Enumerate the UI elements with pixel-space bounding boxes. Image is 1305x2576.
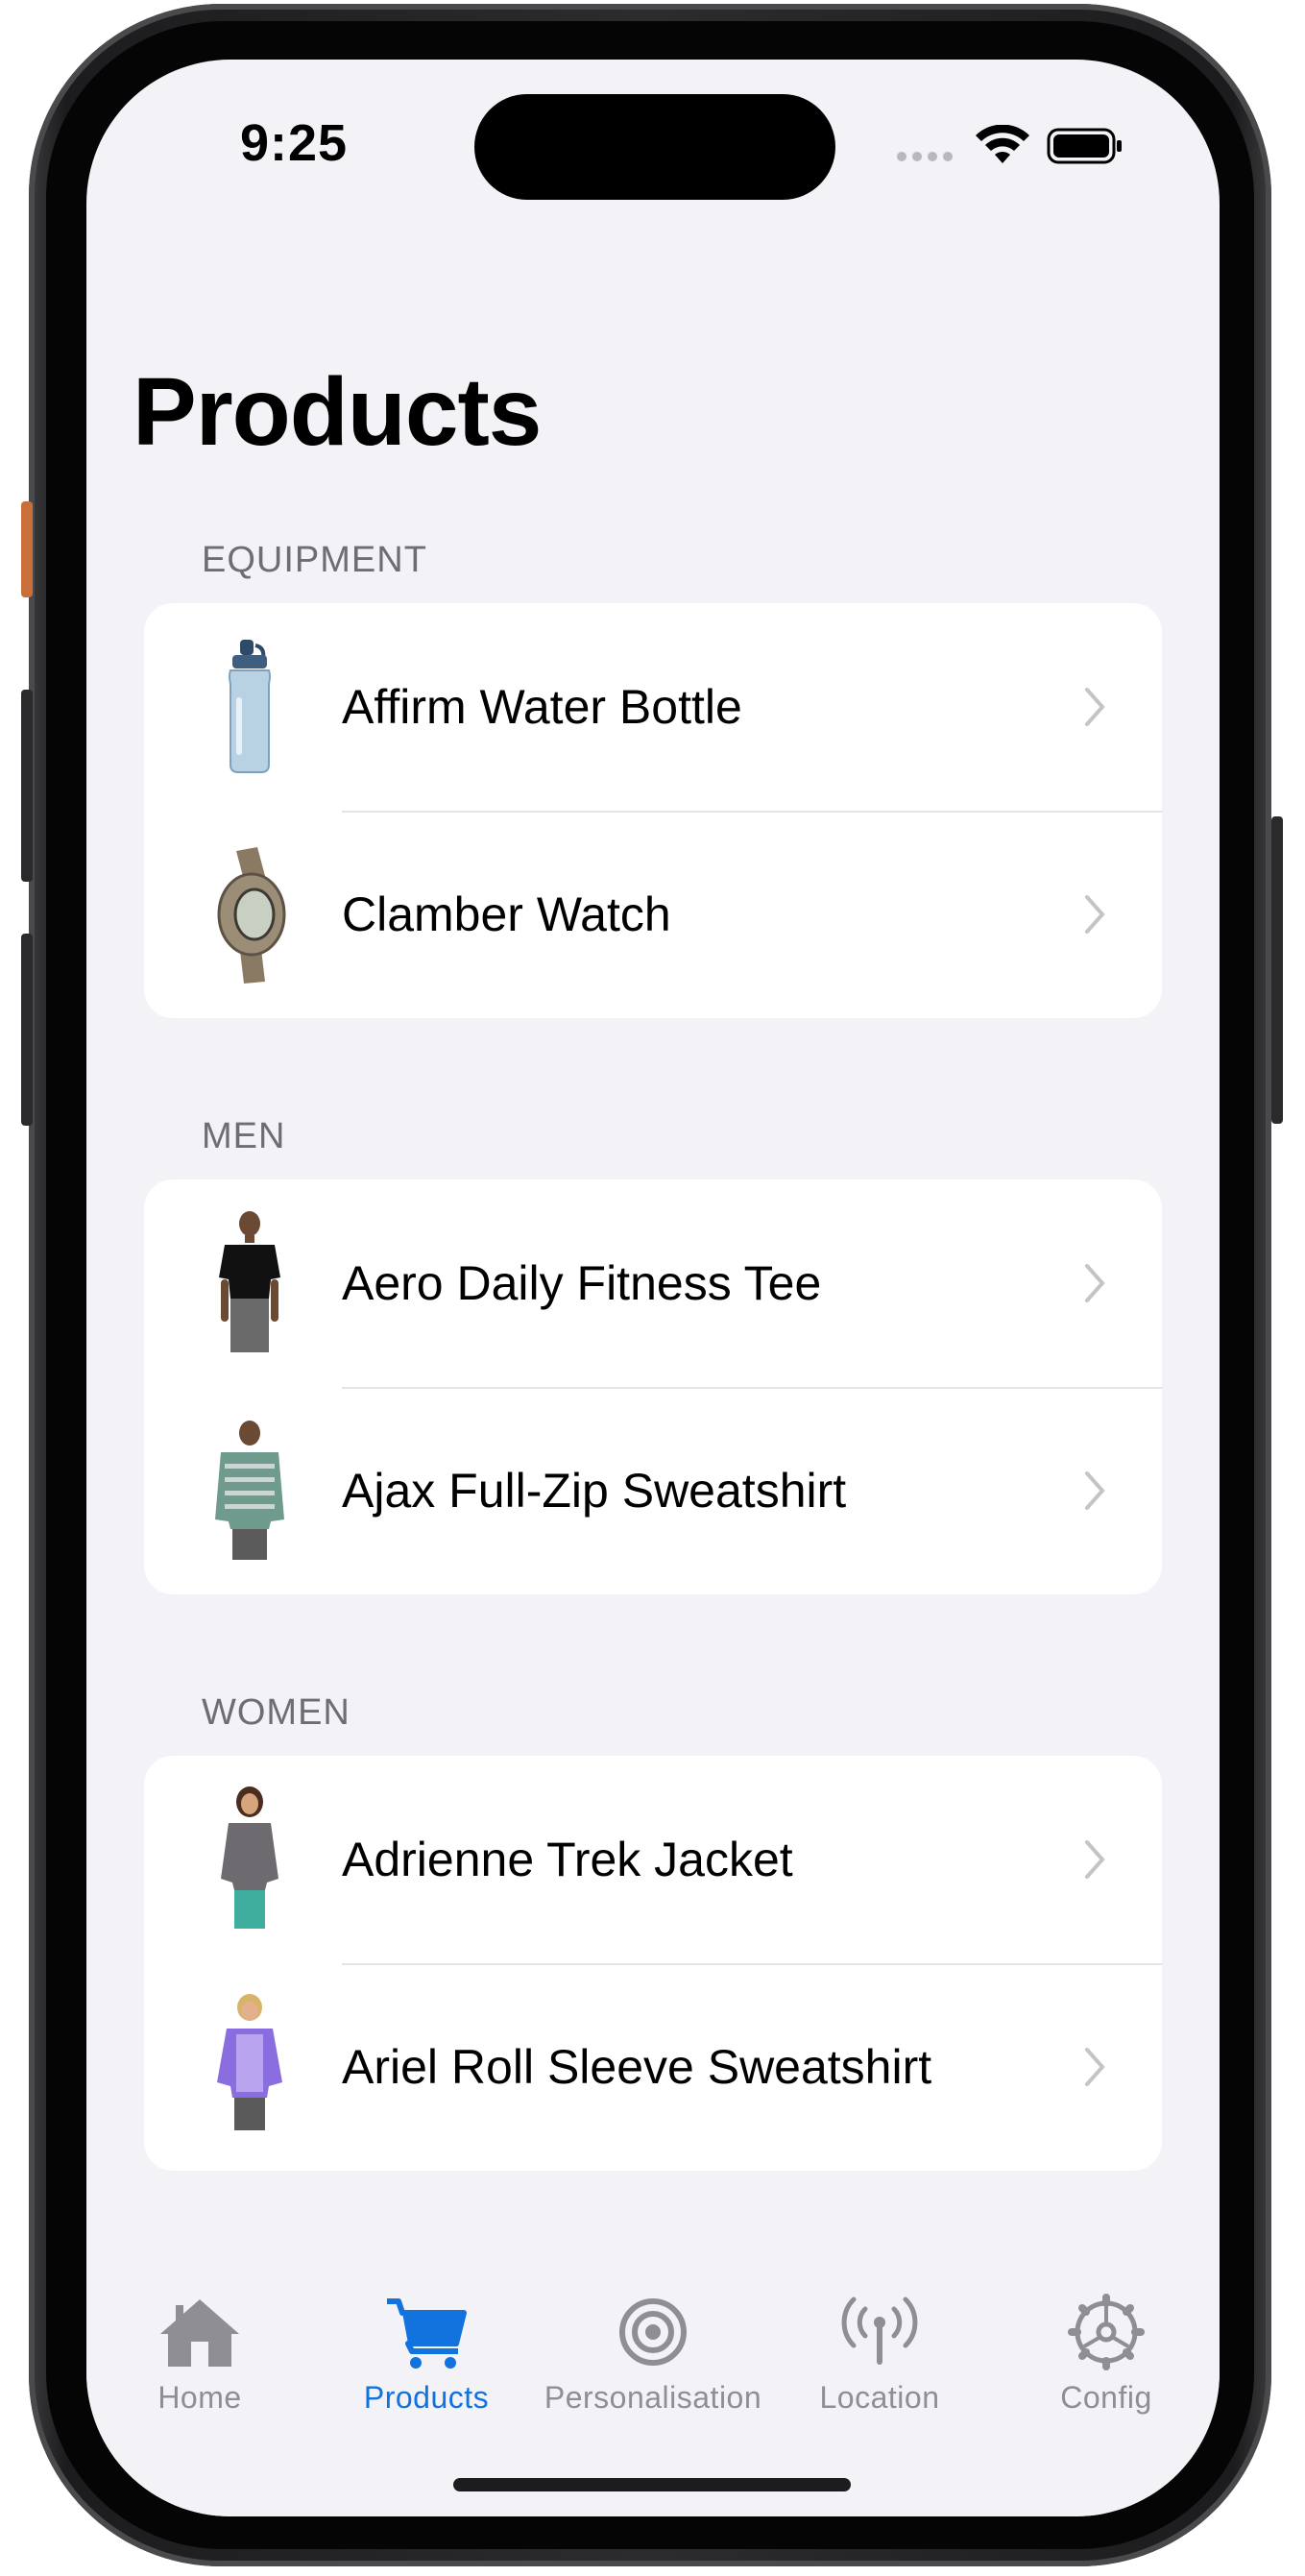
tab-home[interactable]: Home xyxy=(86,2269,313,2416)
woman-purple-sweatshirt-image xyxy=(217,1994,282,2130)
product-label: Affirm Water Bottle xyxy=(342,680,742,734)
gear-icon xyxy=(1068,2294,1145,2370)
tab-personalisation[interactable]: Personalisation xyxy=(540,2269,766,2416)
product-group-women: Adrienne Trek Jacket Ariel Roll Sleeve S… xyxy=(144,1756,1162,2171)
tab-config[interactable]: Config xyxy=(993,2269,1220,2416)
product-row-aero-daily-fitness-tee[interactable]: Aero Daily Fitness Tee xyxy=(144,1179,1162,1387)
volume-up-button xyxy=(21,690,33,882)
section-header-equipment: EQUIPMENT xyxy=(202,540,427,580)
tab-label: Personalisation xyxy=(544,2380,762,2415)
product-label: Aero Daily Fitness Tee xyxy=(342,1256,822,1310)
product-row-ariel-roll-sleeve-sweatshirt[interactable]: Ariel Roll Sleeve Sweatshirt xyxy=(144,1963,1162,2171)
status-time: 9:25 xyxy=(240,114,349,172)
chevron-right-icon xyxy=(1085,1471,1104,1510)
target-icon xyxy=(619,2298,687,2366)
power-button xyxy=(1271,816,1283,1124)
man-striped-sweatshirt-image xyxy=(215,1421,284,1560)
watch-image xyxy=(217,847,286,984)
product-row-clamber-watch[interactable]: Clamber Watch xyxy=(144,811,1162,1018)
tab-location[interactable]: Location xyxy=(766,2269,993,2416)
product-label: Ariel Roll Sleeve Sweatshirt xyxy=(342,2040,932,2094)
antenna-icon xyxy=(841,2297,918,2365)
house-icon xyxy=(160,2299,239,2367)
battery-icon xyxy=(1047,128,1122,164)
chevron-right-icon xyxy=(1085,1840,1104,1879)
page-title: Products xyxy=(133,358,542,466)
dynamic-island xyxy=(474,94,835,200)
action-button xyxy=(21,501,33,597)
chevron-right-icon xyxy=(1085,1264,1104,1302)
product-row-adrienne-trek-jacket[interactable]: Adrienne Trek Jacket xyxy=(144,1756,1162,1963)
product-row-ajax-full-zip-sweatshirt[interactable]: Ajax Full-Zip Sweatshirt xyxy=(144,1387,1162,1594)
section-header-women: WOMEN xyxy=(202,1692,350,1733)
chevron-right-icon xyxy=(1085,895,1104,934)
woman-grey-jacket-image xyxy=(221,1786,278,1929)
chevron-right-icon xyxy=(1085,2048,1104,2086)
volume-down-button xyxy=(21,934,33,1126)
wifi-icon xyxy=(976,125,1029,163)
man-black-tee-image xyxy=(219,1211,280,1352)
home-indicator[interactable] xyxy=(453,2478,851,2491)
tab-label: Home xyxy=(157,2380,242,2415)
product-label: Ajax Full-Zip Sweatshirt xyxy=(342,1464,847,1518)
product-group-men: Aero Daily Fitness Tee Ajax Full-Zip Swe… xyxy=(144,1179,1162,1594)
status-bar: 9:25 xyxy=(86,60,1220,232)
tab-label: Products xyxy=(363,2380,490,2415)
product-label: Clamber Watch xyxy=(342,887,671,941)
screen: 9:25 Products EQUIPMENT Affirm Water Bot… xyxy=(86,60,1220,2516)
section-header-men: MEN xyxy=(202,1116,286,1156)
tab-products[interactable]: Products xyxy=(313,2269,540,2416)
product-label: Adrienne Trek Jacket xyxy=(342,1833,793,1886)
water-bottle-image xyxy=(229,640,271,773)
product-group-equipment: Affirm Water Bottle Clamber Watch xyxy=(144,603,1162,1018)
tab-label: Config xyxy=(1060,2380,1152,2415)
cart-icon xyxy=(387,2298,467,2369)
product-row-affirm-water-bottle[interactable]: Affirm Water Bottle xyxy=(144,603,1162,811)
cellular-dots-icon xyxy=(897,152,953,161)
tab-label: Location xyxy=(819,2380,940,2415)
chevron-right-icon xyxy=(1085,688,1104,726)
